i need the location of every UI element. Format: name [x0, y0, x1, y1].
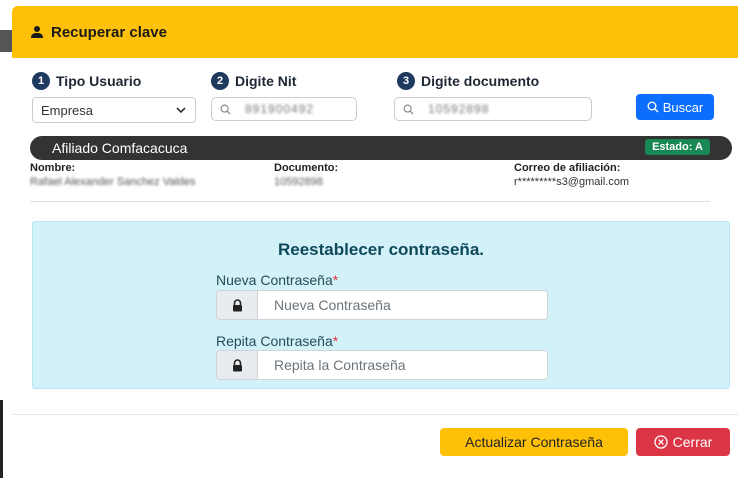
repeat-password-group — [216, 350, 548, 380]
new-password-label-text: Nueva Contraseña — [216, 272, 333, 288]
documento-input[interactable]: 10592898 — [394, 97, 592, 121]
step-number: 2 — [211, 72, 229, 90]
lock-icon — [217, 351, 258, 379]
nombre-value: Rafael Alexander Sanchez Valdes — [30, 176, 196, 188]
nombre-label: Nombre: — [30, 162, 76, 174]
afiliado-bar: Afiliado Comfacacuca Estado: A — [30, 136, 732, 160]
step-tipo-usuario: 1 Tipo Usuario — [32, 72, 141, 90]
step-number: 3 — [397, 72, 415, 90]
recover-password-modal: Recuperar clave 1 Tipo Usuario 2 Digite … — [12, 6, 738, 478]
repeat-password-label: Repita Contraseña* — [216, 333, 338, 349]
modal-header: Recuperar clave — [12, 6, 738, 58]
close-button[interactable]: Cerrar — [636, 428, 730, 456]
nit-input[interactable]: 891900492 — [211, 97, 357, 121]
step-label: Digite documento — [421, 73, 540, 89]
backdrop-edge-top — [0, 30, 12, 52]
step-number: 1 — [32, 72, 50, 90]
afiliado-title: Afiliado Comfacacuca — [52, 140, 188, 156]
repeat-password-label-text: Repita Contraseña — [216, 333, 333, 349]
new-password-label: Nueva Contraseña* — [216, 272, 338, 288]
reset-title: Reestablecer contraseña. — [278, 240, 484, 259]
buscar-label: Buscar — [662, 99, 704, 115]
backdrop-edge-bottom — [0, 400, 3, 478]
required-mark: * — [332, 272, 339, 288]
update-password-button[interactable]: Actualizar Contraseña — [440, 428, 628, 456]
new-password-input[interactable] — [258, 291, 547, 319]
update-password-label: Actualizar Contraseña — [465, 434, 603, 450]
documento-value: 10592898 — [428, 102, 490, 116]
step-digite-nit: 2 Digite Nit — [211, 72, 296, 90]
reset-password-panel: Reestablecer contraseña. Nueva Contraseñ… — [32, 221, 730, 389]
correo-value: r*********s3@gmail.com — [514, 176, 630, 188]
step-digite-documento: 3 Digite documento — [397, 72, 539, 90]
required-mark: * — [332, 333, 339, 349]
footer-divider — [12, 414, 738, 415]
step-label: Digite Nit — [235, 73, 297, 89]
tipo-usuario-value: Empresa — [41, 102, 94, 118]
step-label: Tipo Usuario — [56, 73, 142, 89]
divider — [30, 201, 710, 202]
user-icon — [31, 26, 43, 38]
correo-label: Correo de afiliación: — [514, 162, 621, 174]
search-icon — [647, 101, 659, 113]
nit-value: 891900492 — [245, 102, 315, 116]
buscar-button[interactable]: Buscar — [636, 94, 714, 120]
search-icon — [403, 104, 414, 115]
status-badge: Estado: A — [645, 139, 710, 155]
lock-icon — [217, 291, 258, 319]
new-password-group — [216, 290, 548, 320]
repeat-password-input[interactable] — [258, 351, 547, 379]
search-icon — [220, 104, 231, 115]
tipo-usuario-select[interactable]: Empresa — [32, 97, 196, 123]
close-circle-icon — [654, 435, 668, 449]
modal-title: Recuperar clave — [51, 23, 167, 41]
close-label: Cerrar — [672, 434, 713, 450]
chevron-down-icon — [176, 107, 186, 114]
documento-label: Documento: — [274, 162, 339, 174]
documento-info-value: 10592898 — [274, 176, 323, 188]
